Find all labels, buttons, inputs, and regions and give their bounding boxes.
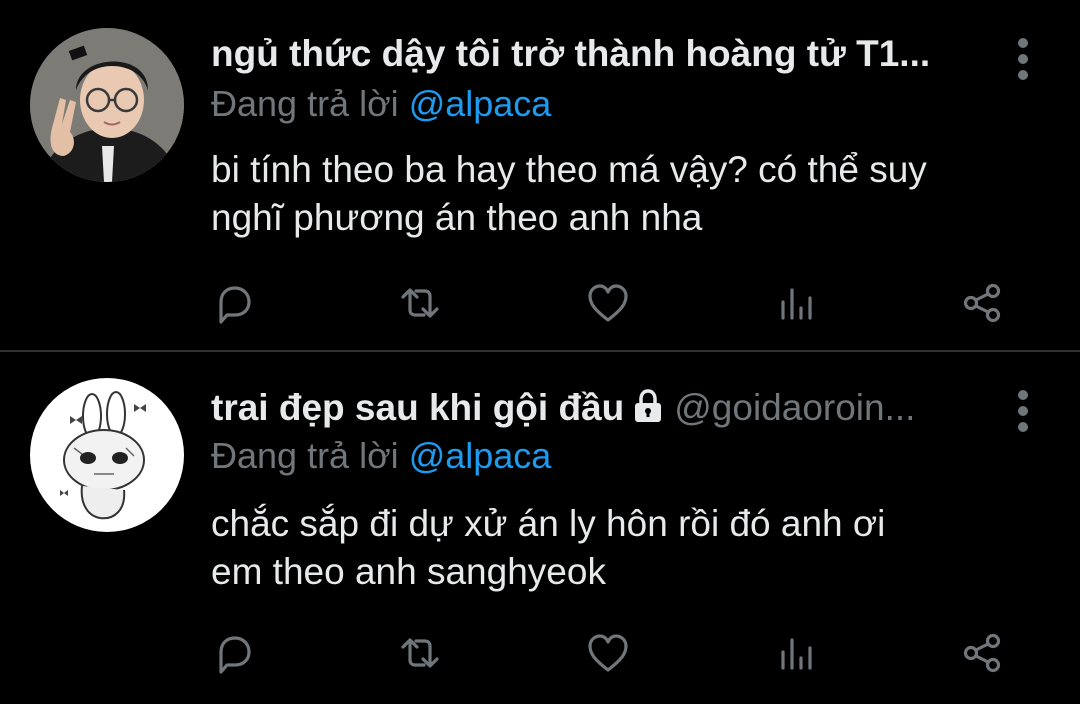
display-name[interactable]: trai đẹp sau khi gội đầu @goidaoroin... <box>211 386 984 434</box>
tweet-2[interactable]: trai đẹp sau khi gội đầu @goidaoroin... Đ… <box>0 0 1080 674</box>
tweet-text-line: chắc sắp đi dự xử án ly hôn rồi đó anh ơ… <box>211 503 886 544</box>
reply-icon[interactable] <box>211 630 261 680</box>
display-name-text: trai đẹp sau khi gội đầu <box>211 387 625 428</box>
like-icon[interactable] <box>585 630 635 680</box>
mention-link[interactable]: @alpaca <box>409 435 552 476</box>
handle[interactable]: @goidaoroin... <box>674 387 915 428</box>
tweet-text: chắc sắp đi dự xử án ly hôn rồi đó anh ơ… <box>211 500 1041 596</box>
share-icon[interactable] <box>959 630 1009 680</box>
retweet-icon[interactable] <box>397 630 447 680</box>
analytics-icon[interactable] <box>773 630 823 680</box>
tweet-text-line: em theo anh sanghyeok <box>211 551 606 592</box>
more-options-icon[interactable] <box>1018 390 1030 438</box>
action-bar <box>211 630 1011 680</box>
avatar[interactable] <box>30 378 184 532</box>
lock-icon <box>630 388 666 434</box>
replying-to: Đang trả lời @alpaca <box>211 434 551 478</box>
replying-prefix: Đang trả lời <box>211 435 399 476</box>
bunny-sketch-avatar-icon <box>30 378 184 532</box>
